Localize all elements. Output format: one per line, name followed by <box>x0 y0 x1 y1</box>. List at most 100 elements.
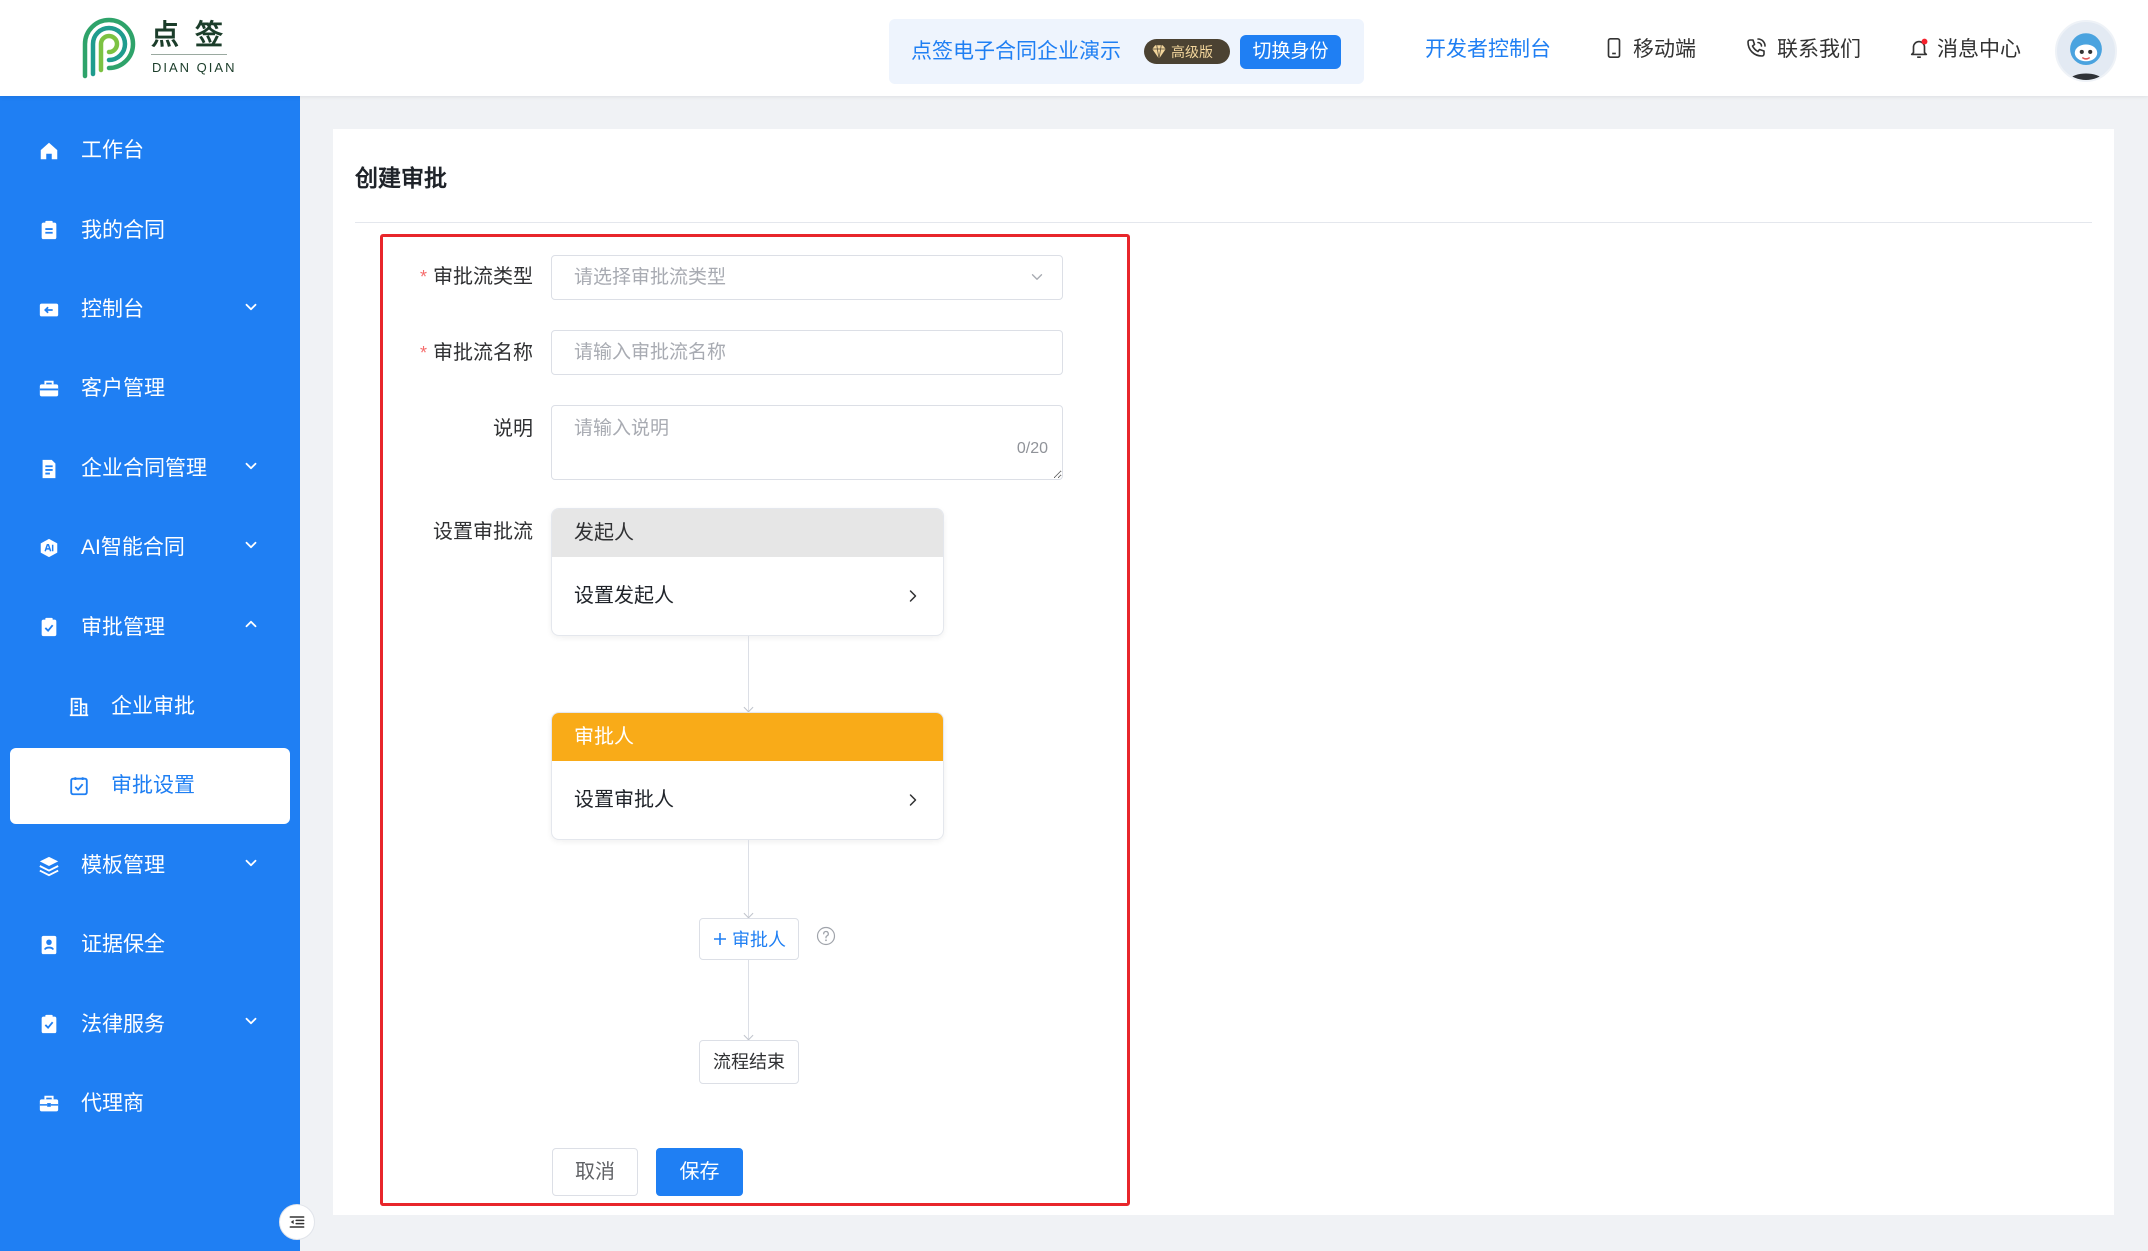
sidebar-item-label: 企业审批 <box>111 695 195 719</box>
sidebar-item-label: 证据保全 <box>81 933 165 957</box>
chevron-up-icon <box>245 621 257 628</box>
sidebar-item-label: 客户管理 <box>81 377 165 401</box>
approval-name-input[interactable] <box>551 330 1063 375</box>
bell-icon <box>1910 38 1928 58</box>
mobile-link-label: 移动端 <box>1633 38 1696 61</box>
approver-node-title: 审批人 <box>552 713 943 761</box>
logo-subtitle: DIAN QIAN <box>152 60 237 75</box>
tier-badge: 高级版 <box>1144 39 1230 64</box>
org-name: 点签电子合同企业演示 <box>911 40 1121 63</box>
sidebar-item-approval-management[interactable]: 审批管理 <box>0 588 300 667</box>
avatar[interactable] <box>2055 20 2117 82</box>
sidebar-item-enterprise-contracts[interactable]: 企业合同管理 <box>0 429 300 508</box>
set-initiator-button[interactable]: 设置发起人 <box>552 557 943 635</box>
console-icon <box>39 303 59 317</box>
approval-icon <box>41 618 57 637</box>
title-divider <box>355 222 2092 223</box>
set-approver-label: 设置审批人 <box>574 789 674 811</box>
sidebar-item-ai-contracts[interactable]: AI智能合同 <box>0 508 300 587</box>
chevron-down-icon <box>245 1018 257 1025</box>
approval-type-label-text: 审批流类型 <box>433 266 533 288</box>
sidebar-item-label: 我的合同 <box>81 218 165 242</box>
add-approver-label: 审批人 <box>732 930 786 950</box>
approval-type-placeholder: 请选择审批流类型 <box>574 267 727 288</box>
phone-icon <box>1747 38 1766 57</box>
legal-icon <box>41 1015 57 1034</box>
approval-type-select[interactable]: 请选择审批流类型 <box>551 255 1063 300</box>
top-header: 点签 DIAN QIAN 点签电子合同企业演示 高级版 切换身份 开发者控制台 … <box>0 0 2148 96</box>
approver-node: 审批人 设置审批人 <box>551 712 944 840</box>
message-center-link[interactable]: 消息中心 <box>1908 0 2021 96</box>
chevron-right-icon <box>909 590 917 602</box>
document-icon <box>42 459 56 478</box>
sidebar-item-label: 企业合同管理 <box>81 456 207 480</box>
layers-icon <box>39 856 59 876</box>
developer-console-link[interactable]: 开发者控制台 <box>1425 0 1551 96</box>
sidebar-item-label: 控制台 <box>81 298 144 322</box>
sidebar-item-console[interactable]: 控制台 <box>0 270 300 349</box>
sidebar-item-templates[interactable]: 模板管理 <box>0 826 300 905</box>
sidebar-item-workbench[interactable]: 工作台 <box>0 111 300 190</box>
initiator-node-title: 发起人 <box>552 509 943 557</box>
sidebar-item-label: 审批管理 <box>81 615 165 639</box>
contact-us-label: 联系我们 <box>1777 38 1861 61</box>
clipboard-icon <box>41 221 57 240</box>
home-icon <box>40 142 58 160</box>
dianqian-logo-icon <box>82 17 136 79</box>
diamond-icon <box>1152 44 1166 59</box>
set-initiator-label: 设置发起人 <box>574 585 674 607</box>
help-icon[interactable] <box>816 926 836 946</box>
required-mark: * <box>419 267 427 287</box>
flow-connector <box>748 840 749 918</box>
toolbox-icon <box>39 1095 59 1112</box>
plus-icon <box>714 933 726 945</box>
sidebar-item-my-contracts[interactable]: 我的合同 <box>0 191 300 270</box>
chevron-down-icon <box>245 303 257 310</box>
approval-type-label: * 审批流类型 <box>353 257 533 297</box>
check-square-icon <box>70 777 88 796</box>
message-center-label: 消息中心 <box>1937 38 2021 61</box>
tier-label: 高级版 <box>1171 43 1213 60</box>
logo[interactable]: 点签 DIAN QIAN <box>75 14 235 82</box>
sidebar-item-enterprise-approval[interactable]: 企业审批 <box>0 667 300 746</box>
switch-identity-button[interactable]: 切换身份 <box>1240 35 1341 69</box>
add-approver-button[interactable]: 审批人 <box>699 918 799 960</box>
org-switcher: 点签电子合同企业演示 高级版 切换身份 <box>889 19 1364 84</box>
avatar-image <box>2069 33 2103 80</box>
chevron-down-icon <box>1031 274 1043 280</box>
approval-name-label: * 审批流名称 <box>353 333 533 373</box>
sidebar-item-label: 审批设置 <box>111 774 195 798</box>
sidebar-item-label: 法律服务 <box>81 1012 165 1036</box>
chevron-down-icon <box>245 462 257 469</box>
sidebar-item-customers[interactable]: 客户管理 <box>0 349 300 428</box>
cancel-button[interactable]: 取消 <box>552 1148 638 1196</box>
mobile-link[interactable]: 移动端 <box>1603 0 1696 96</box>
page-title: 创建审批 <box>355 165 447 191</box>
flow-connector <box>748 960 749 1040</box>
mobile-icon <box>1607 38 1621 58</box>
id-card-icon <box>41 935 57 955</box>
logo-name: 点签 <box>151 16 227 55</box>
set-approver-button[interactable]: 设置审批人 <box>552 761 943 839</box>
sidebar-item-approval-settings[interactable]: 审批设置 <box>0 746 300 825</box>
sidebar-item-agents[interactable]: 代理商 <box>0 1064 300 1143</box>
sidebar-item-label: AI智能合同 <box>81 536 185 560</box>
flow-connector <box>748 636 749 712</box>
chevron-down-icon <box>245 859 257 866</box>
description-label: 说明 <box>493 418 533 440</box>
chevron-down-icon <box>245 541 257 549</box>
sidebar-item-evidence[interactable]: 证据保全 <box>0 905 300 984</box>
sidebar-item-legal-services[interactable]: 法律服务 <box>0 985 300 1064</box>
chevron-right-icon <box>909 794 917 806</box>
approval-name-label-text: 审批流名称 <box>433 342 533 364</box>
initiator-node: 发起人 设置发起人 <box>551 508 944 636</box>
sidebar-item-label: 模板管理 <box>81 853 165 877</box>
description-char-counter: 0/20 <box>1016 440 1048 457</box>
required-mark: * <box>419 343 427 363</box>
save-button[interactable]: 保存 <box>656 1148 743 1196</box>
briefcase-icon <box>39 380 59 397</box>
sidebar-item-label: 工作台 <box>81 139 144 163</box>
sidebar-collapse-button[interactable] <box>279 1204 315 1240</box>
sidebar: 工作台 我的合同 控制台 客户管理 企业合同管理 AI智能合同 审批管理 企业审… <box>0 96 300 1251</box>
contact-us-link[interactable]: 联系我们 <box>1744 0 1861 96</box>
